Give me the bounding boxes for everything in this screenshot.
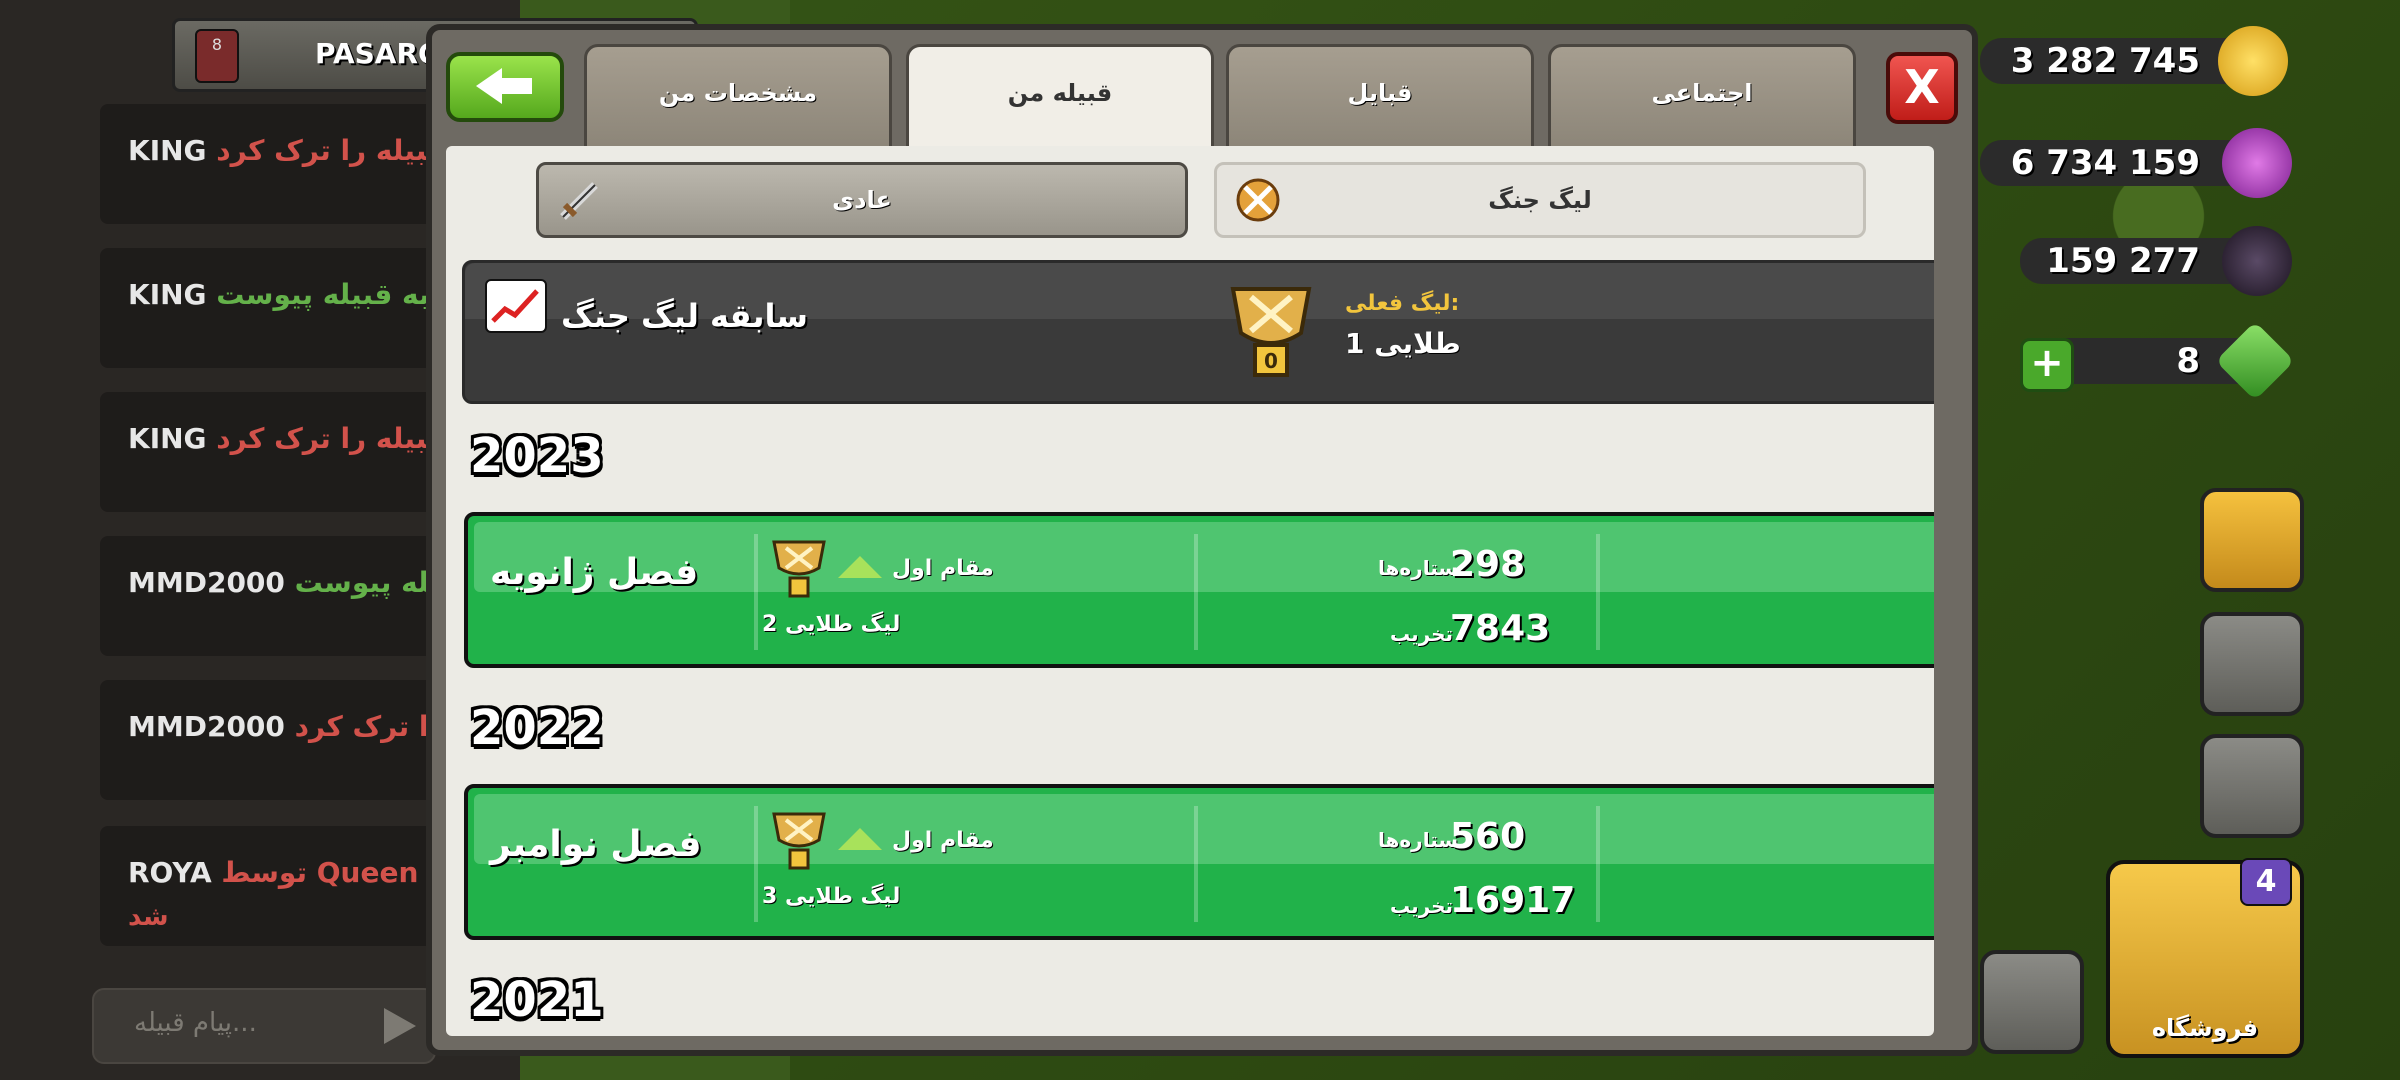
stars-label: ستاره‌ها [1378,828,1459,852]
league-trophy-icon [772,540,826,598]
rank-label: مقام اول [892,828,994,853]
tab-clans[interactable]: قبایل [1226,44,1534,152]
season-name: فصل نوامبر [490,824,702,865]
shop-button[interactable]: 4 فروشگاه [2106,858,2304,1058]
news-notes-button[interactable] [1980,950,2084,1054]
year-heading: 2021 [470,972,604,1028]
destruction-value: 16917 [1450,880,1576,921]
promotion-arrow-icon [838,556,882,578]
clan-name: PASARG [315,37,441,70]
current-league-value: طلایی 1 [1345,327,1461,360]
back-button[interactable] [446,52,564,122]
war-history-title: سابقه لیگ جنگ [561,297,808,335]
stars-value: 560 [1450,816,1526,857]
season-row[interactable]: فصل نوامبر مقام اول لیگ طلایی 3 ستاره‌ها… [464,784,1934,940]
column-divider [1596,806,1600,922]
tab-social[interactable]: اجتماعی [1548,44,1856,152]
column-divider [1596,534,1600,650]
chat-user-name[interactable]: MMD2000 [128,710,285,743]
column-divider [1194,806,1198,922]
gold-league-trophy-icon: 0 [1230,287,1312,377]
chat-user-name[interactable]: KING [128,278,207,311]
chat-line: MMD2000 قبیله پیوست [128,566,471,599]
shop-badge: 4 [2240,858,2292,906]
stars-value: 298 [1450,544,1526,585]
trend-chart-icon [485,279,547,333]
subtab-normal-label: عادی [832,186,892,214]
season-name: فصل ژانویه [490,552,699,593]
clan-message-input[interactable]: پیام قبیله... [92,988,436,1064]
destruction-value: 7843 [1450,608,1551,649]
chat-text-line2: شد [128,902,169,932]
crossed-swords-icon [1236,178,1280,222]
destruction-label: تخریب [1390,894,1454,918]
promotion-arrow-icon [838,828,882,850]
year-heading: 2023 [470,428,604,484]
gold-coin-icon [2218,26,2288,96]
chat-user-name[interactable]: KING [128,134,207,167]
rank-label: مقام اول [892,556,994,581]
back-arrow-icon [476,68,502,104]
clan-badge-icon: 8 [195,29,239,83]
edit-layout-button[interactable] [2200,612,2304,716]
column-divider [754,806,758,922]
dark-elixir-drop-icon [2222,226,2292,296]
chat-user-name[interactable]: KING [128,422,207,455]
current-league-label: لیگ فعلی: [1345,291,1460,316]
league-button[interactable] [2200,488,2304,592]
chat-user-name[interactable]: ROYA [128,856,212,889]
column-divider [754,534,758,650]
column-divider [1194,534,1198,650]
season-league: لیگ طلایی 3 [762,884,901,909]
chat-text: به قبیله پیوست [216,278,430,311]
input-placeholder: پیام قبیله... [134,1008,257,1038]
chat-line: KING به قبیله پیوست [128,278,430,311]
clan-war-league-modal: مشخصات من قبیله من قبایل اجتماعی X عادی … [426,24,1978,1056]
season-row[interactable]: فصل ژانویه مقام اول لیگ طلایی 2 ستاره‌ها… [464,512,1934,668]
chat-line: KING قبیله را ترک کرد [128,422,446,455]
shop-label: فروشگاه [2151,1014,2259,1042]
content-panel: عادی لیگ جنگ سابقه لیگ جنگ 0 لیگ فعلی: ط… [446,146,1934,1036]
subtab-war-league[interactable]: لیگ جنگ [1214,162,1866,238]
stars-label: ستاره‌ها [1378,556,1459,580]
season-league: لیگ طلایی 2 [762,612,901,637]
add-gems-button[interactable]: + [2020,338,2074,392]
war-league-summary: سابقه لیگ جنگ 0 لیگ فعلی: طلایی 1 [462,260,1934,404]
subtab-war-league-label: لیگ جنگ [1488,186,1592,214]
chat-line: KING قبیله را ترک کرد [128,134,446,167]
subtab-normal-war[interactable]: عادی [536,162,1188,238]
tab-my-clan[interactable]: قبیله من [906,44,1214,162]
settings-gear-button[interactable] [2200,734,2304,838]
year-heading: 2022 [470,700,604,756]
chat-user-name[interactable]: MMD2000 [128,566,285,599]
sword-icon [560,182,598,220]
chat-text: قبیله را ترک کرد [216,134,446,167]
elixir-drop-icon [2222,128,2292,198]
destruction-label: تخریب [1390,622,1454,646]
back-arrow-icon-tail [500,78,532,94]
trophy-number: 0 [1264,349,1278,373]
league-trophy-icon [772,812,826,870]
tab-my-profile[interactable]: مشخصات من [584,44,892,152]
chat-text: قبیله را ترک کرد [216,422,446,455]
send-icon[interactable] [384,1008,416,1044]
close-button[interactable]: X [1886,52,1958,124]
